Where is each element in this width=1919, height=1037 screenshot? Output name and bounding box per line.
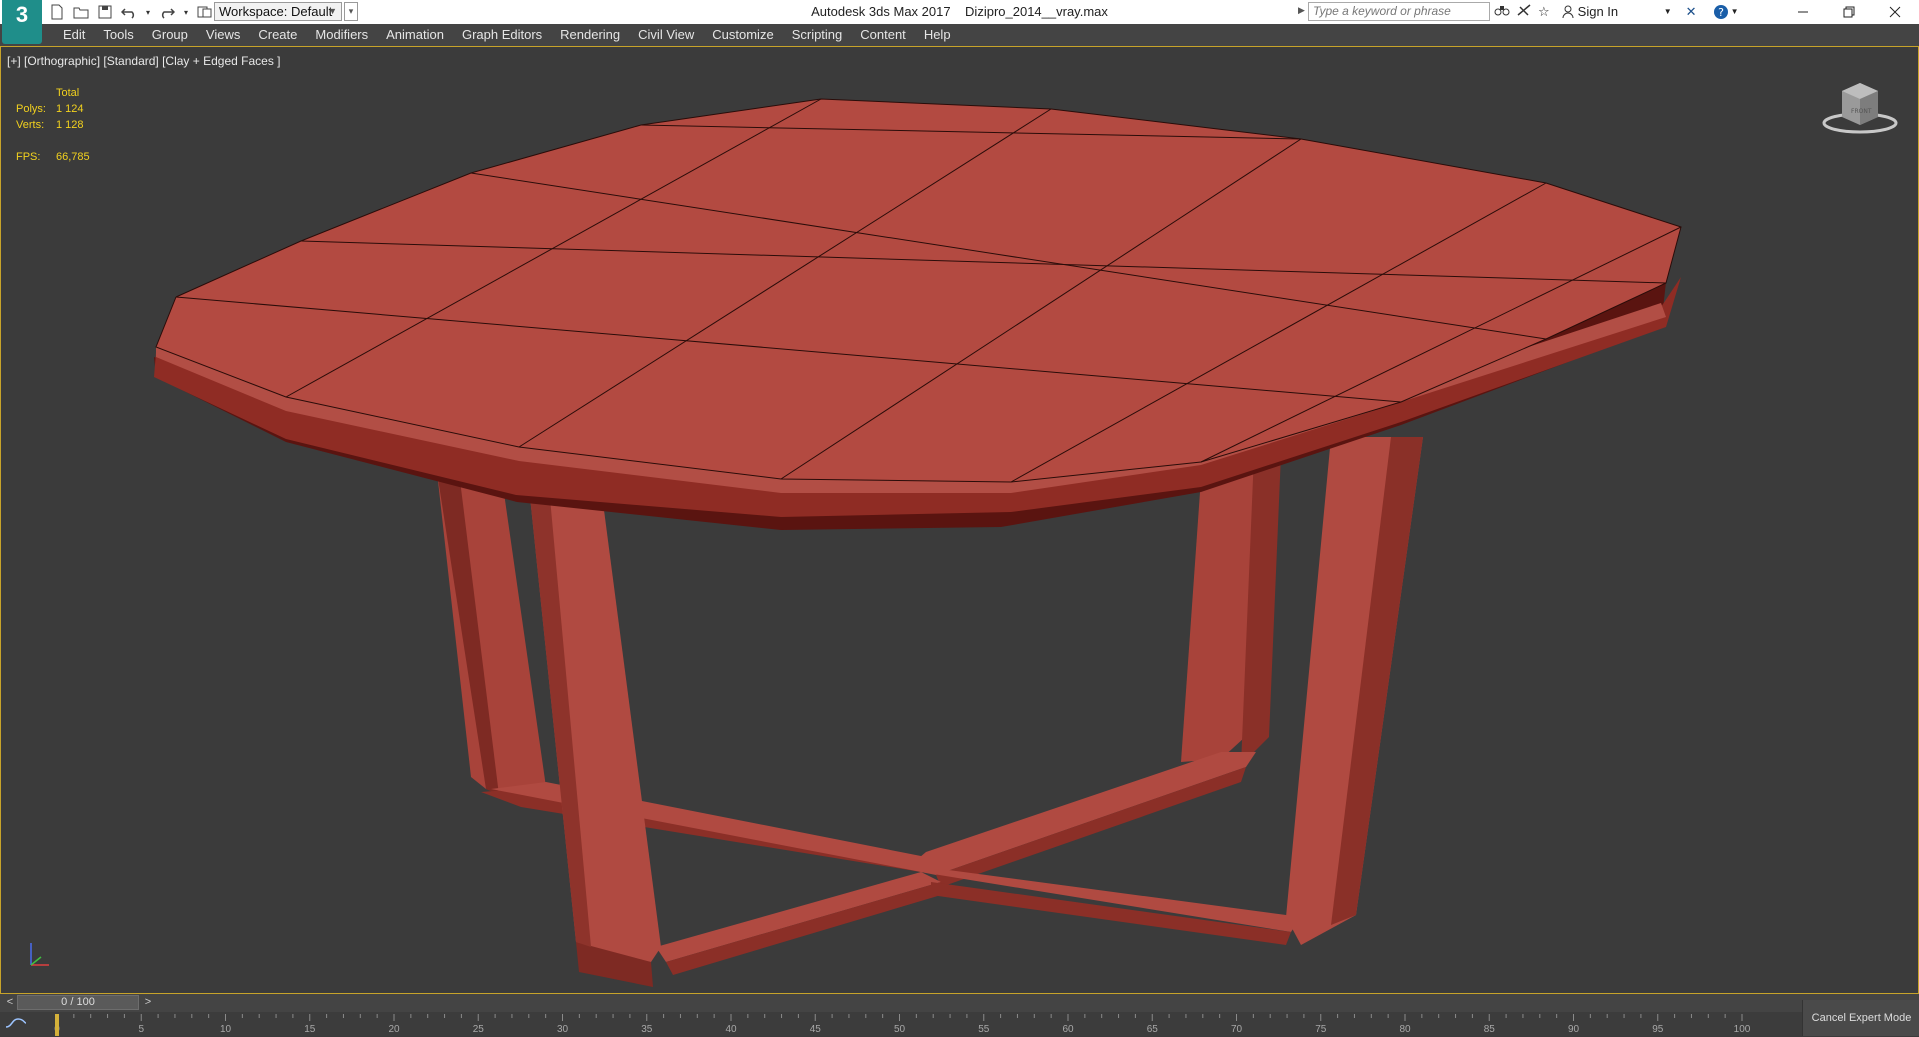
favorites-star-icon[interactable]: ☆: [1538, 4, 1550, 20]
restore-button[interactable]: [1826, 0, 1872, 24]
undo-icon[interactable]: [120, 3, 138, 21]
back-left-leg: [437, 472, 546, 799]
cancel-expert-label: Cancel Expert Mode: [1811, 1012, 1912, 1024]
app-logo-text: 3: [15, 2, 29, 27]
frame-tick-label: 10: [220, 1024, 232, 1035]
right-stretcher: [906, 752, 1256, 875]
menu-animation[interactable]: Animation: [377, 24, 453, 46]
viewcube-face: FRONT: [1851, 108, 1872, 115]
frame-tick-label: 80: [1399, 1024, 1411, 1035]
close-button[interactable]: [1872, 0, 1918, 24]
frame-tick-label: 100: [1734, 1024, 1751, 1035]
menu-graph-editors[interactable]: Graph Editors: [453, 24, 551, 46]
front-left-leg: [529, 487, 661, 987]
track-ruler: 0510152025303540455055606570758085909510…: [54, 1014, 1751, 1036]
front-right-leg: [1286, 437, 1423, 945]
frame-tick-label: 45: [810, 1024, 822, 1035]
menu-scripting[interactable]: Scripting: [783, 24, 852, 46]
time-slider-bar: < 0 / 100 >: [0, 994, 1919, 1012]
axis-tripod-icon: [25, 937, 55, 976]
svg-text:?: ?: [1718, 6, 1724, 19]
menu-civil-view[interactable]: Civil View: [629, 24, 703, 46]
frame-tick-label: 55: [978, 1024, 990, 1035]
frame-tick-label: 90: [1568, 1024, 1580, 1035]
redo-icon[interactable]: [158, 3, 176, 21]
quick-access-toolbar: ▾ ▾: [48, 3, 214, 21]
cancel-expert-mode-button[interactable]: Cancel Expert Mode: [1802, 1000, 1919, 1036]
frame-tick-label: 40: [725, 1024, 737, 1035]
open-folder-icon[interactable]: [72, 3, 90, 21]
save-icon[interactable]: [96, 3, 114, 21]
current-frame-marker[interactable]: [55, 1014, 59, 1036]
app-logo-icon[interactable]: 3: [2, 0, 42, 44]
search-expand-icon[interactable]: ▶: [1298, 5, 1305, 16]
infocenter-toolbar: ☆ Sign In ▼ ✕ ? ▼: [1494, 3, 1738, 20]
search-placeholder: Type a keyword or phrase: [1313, 4, 1451, 18]
track-bar-curve-icon[interactable]: [4, 1015, 32, 1033]
frame-tick-label: 75: [1315, 1024, 1327, 1035]
menu-content[interactable]: Content: [851, 24, 915, 46]
search-input[interactable]: Type a keyword or phrase: [1308, 2, 1490, 21]
sign-in-button[interactable]: Sign In ▼: [1562, 4, 1672, 19]
project-folder-icon[interactable]: [196, 3, 214, 21]
workspace-dropdown[interactable]: Workspace: Default ▼: [214, 2, 342, 21]
help-icon[interactable]: ? ▼: [1713, 4, 1738, 20]
user-icon: [1562, 5, 1574, 18]
perspective-viewport[interactable]: [+] [Orthographic] [Standard] [Clay + Ed…: [0, 46, 1919, 994]
autodesk-exchange-icon[interactable]: ✕: [1686, 4, 1697, 20]
menu-group[interactable]: Group: [143, 24, 197, 46]
frame-tick-label: 20: [388, 1024, 400, 1035]
frame-tick-label: 95: [1652, 1024, 1664, 1035]
menu-rendering[interactable]: Rendering: [551, 24, 629, 46]
next-frame-button[interactable]: >: [142, 995, 154, 1010]
frame-tick-label: 35: [641, 1024, 653, 1035]
frame-tick-label: 50: [894, 1024, 906, 1035]
file-name: Dizipro_2014__vray.max: [965, 4, 1108, 19]
menu-customize[interactable]: Customize: [703, 24, 782, 46]
sign-in-label: Sign In: [1577, 4, 1619, 19]
frame-tick-label: 60: [1062, 1024, 1074, 1035]
menu-modifiers[interactable]: Modifiers: [306, 24, 377, 46]
workspace-label: Workspace: Default: [219, 4, 333, 19]
frame-tick-label: 30: [557, 1024, 569, 1035]
menu-tools[interactable]: Tools: [94, 24, 142, 46]
binoculars-icon[interactable]: [1494, 3, 1510, 20]
undo-dropdown-icon[interactable]: ▾: [144, 3, 152, 21]
frame-display: 0 / 100: [61, 996, 95, 1008]
chevron-down-icon: ▼: [1663, 7, 1672, 16]
menu-edit[interactable]: Edit: [54, 24, 94, 46]
viewcube[interactable]: FRONT: [1820, 77, 1900, 142]
chevron-down-icon: ▼: [328, 6, 337, 16]
frame-tick-label: 70: [1231, 1024, 1243, 1035]
menu-bar: Edit Tools Group Views Create Modifiers …: [0, 24, 1919, 47]
title-bar: 3 ▾ ▾ Workspace: Default ▼ ▾ Autodesk 3d…: [0, 0, 1919, 44]
track-bar[interactable]: 0510152025303540455055606570758085909510…: [0, 1012, 1919, 1036]
frame-tick-label: 5: [138, 1024, 144, 1035]
new-file-icon[interactable]: [48, 3, 66, 21]
front-left-stretcher: [656, 872, 941, 962]
frame-tick-label: 65: [1147, 1024, 1159, 1035]
subscription-icon[interactable]: [1516, 3, 1532, 20]
toolbar-overflow-icon[interactable]: ▾: [344, 2, 358, 21]
frame-tick-label: 85: [1484, 1024, 1496, 1035]
menu-help[interactable]: Help: [915, 24, 960, 46]
menu-views[interactable]: Views: [197, 24, 249, 46]
table-model[interactable]: [1, 47, 1918, 993]
app-title: Autodesk 3ds Max 2017: [811, 4, 951, 19]
menu-create[interactable]: Create: [249, 24, 306, 46]
frame-tick-label: 25: [473, 1024, 485, 1035]
frame-tick-label: 15: [304, 1024, 316, 1035]
time-slider[interactable]: 0 / 100: [17, 995, 139, 1010]
previous-frame-button[interactable]: <: [4, 995, 16, 1010]
minimize-button[interactable]: [1780, 0, 1826, 24]
redo-dropdown-icon[interactable]: ▾: [182, 3, 190, 21]
